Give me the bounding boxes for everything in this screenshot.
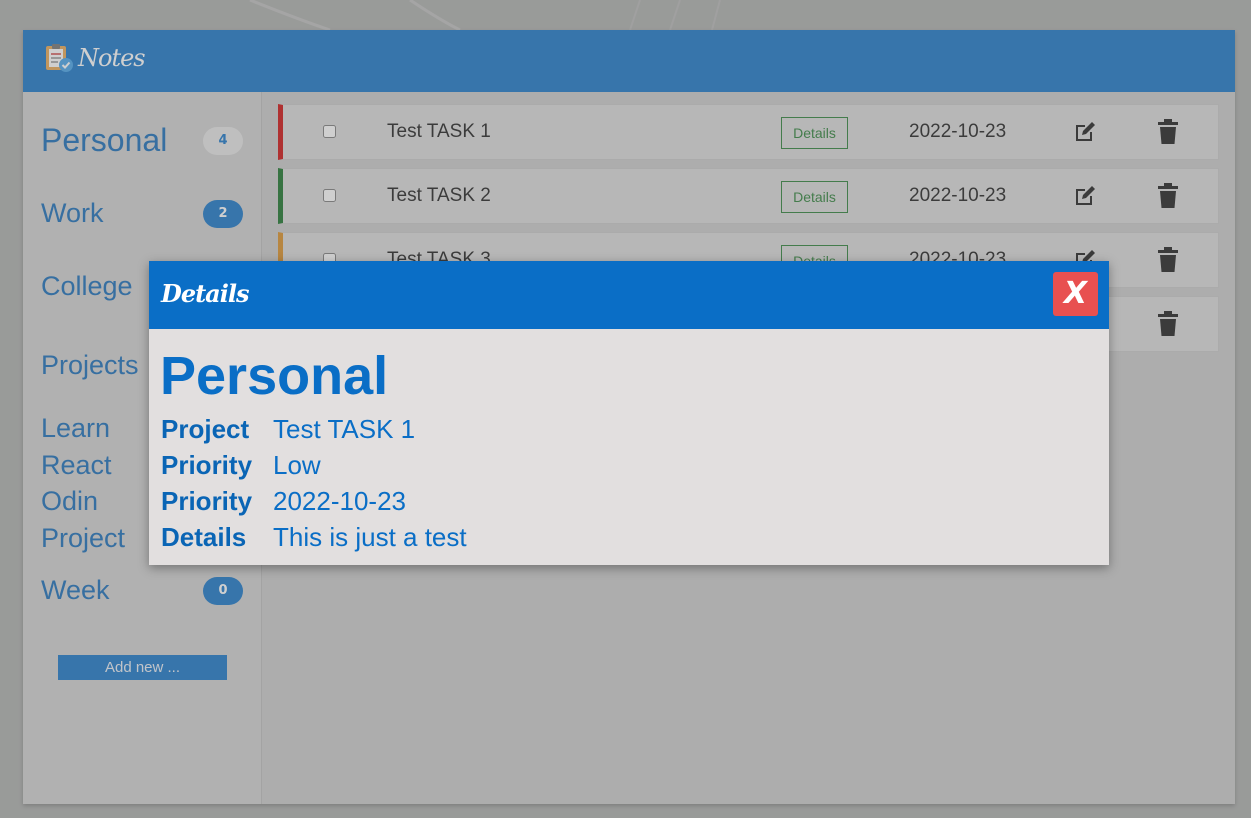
- details-modal: Details X Personal Project Test TASK 1 P…: [149, 261, 1109, 565]
- detail-row: Details This is just a test: [161, 519, 467, 555]
- detail-row: Project Test TASK 1: [161, 411, 467, 447]
- detail-value: This is just a test: [273, 521, 467, 552]
- close-button[interactable]: X: [1053, 272, 1098, 316]
- detail-row: Priority 2022-10-23: [161, 483, 467, 519]
- modal-detail-list: Project Test TASK 1 Priority Low Priorit…: [161, 411, 467, 555]
- detail-key: Project: [161, 413, 250, 444]
- modal-title: Details: [161, 279, 249, 308]
- detail-key: Priority: [161, 449, 253, 480]
- detail-value: Test TASK 1: [273, 413, 416, 444]
- modal-category: Personal: [160, 346, 389, 406]
- detail-value: Low: [273, 449, 321, 480]
- modal-header: Details X: [149, 261, 1109, 329]
- detail-key: Priority: [161, 485, 253, 516]
- detail-value: 2022-10-23: [273, 485, 406, 516]
- detail-key: Details: [161, 521, 247, 552]
- detail-row: Priority Low: [161, 447, 467, 483]
